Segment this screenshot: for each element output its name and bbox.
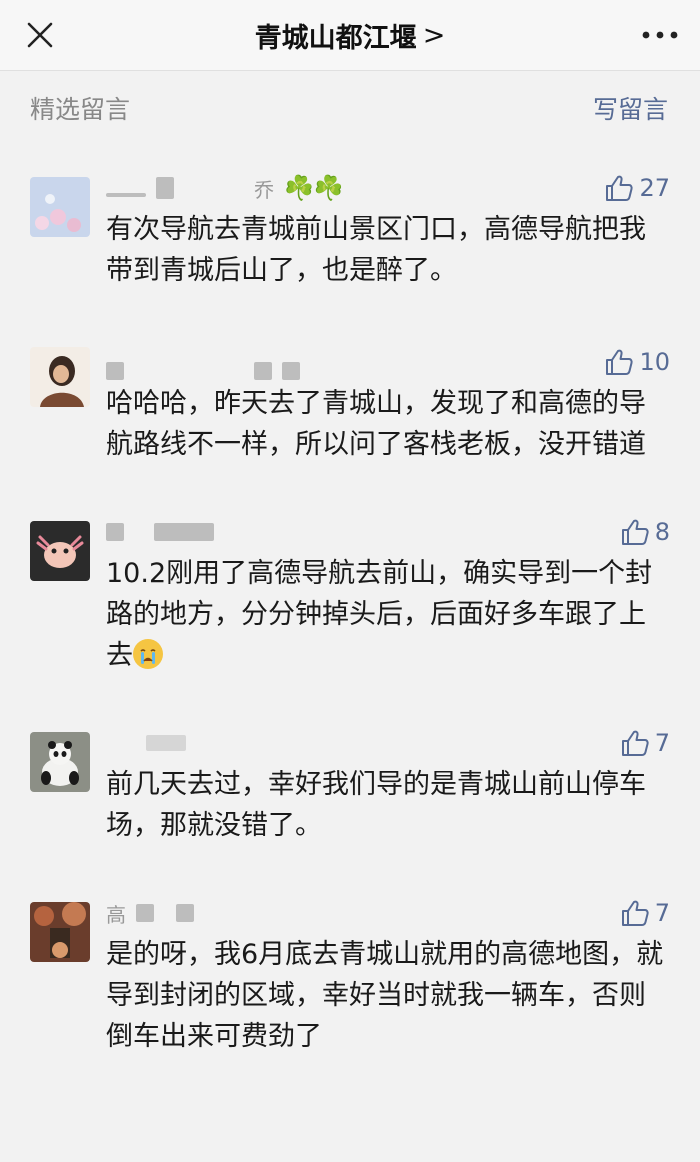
nickname-prefix: 高 [106,902,126,927]
comment-item: 7 前几天去过，幸好我们导的是青城山前山停车场，那就没错了。 [0,726,700,846]
avatar[interactable] [30,902,90,962]
like-count: 10 [639,348,670,376]
thumbs-up-icon [621,519,649,545]
comments-section-header: 精选留言 写留言 [0,71,700,145]
like-button[interactable]: 27 [605,174,670,202]
comment-text: 前几天去过，幸好我们导的是青城山前山停车场，那就没错了。 [106,769,646,841]
thumbs-up-icon [606,175,634,201]
nickname[interactable] [106,735,186,751]
avatar[interactable] [30,177,90,237]
thumbs-up-icon [606,349,634,375]
section-label: 精选留言 [30,95,131,124]
comment-item: 8 10.2刚用了高德导航去前山，确实导到一个封路的地方，分分钟掉头后，后面好多… [0,515,700,676]
avatar[interactable] [30,732,90,792]
comment-text: 10.2刚用了高德导航去前山，确实导到一个封路的地方，分分钟掉头后，后面好多车跟… [106,553,670,676]
redacted-nickname [146,735,186,751]
comment-text: 是的呀，我6月底去青城山就用的高德地图，就导到封闭的区域，幸好当时就我一辆车，否… [106,939,664,1052]
redacted-nickname [156,177,174,199]
write-comment-link[interactable]: 写留言 [593,90,668,126]
redacted-nickname [106,193,146,197]
nickname[interactable]: 乔 ☘️☘️ [106,174,344,203]
comment-text: 哈哈哈，昨天去了青城山，发现了和高德的导航路线不一样，所以问了客栈老板，没开错道 [106,388,646,460]
like-count: 7 [654,899,670,927]
like-button[interactable]: 7 [621,899,670,927]
redacted-nickname [106,523,124,541]
avatar[interactable] [30,521,90,581]
redacted-nickname [282,362,300,380]
like-count: 27 [639,174,670,202]
comment-text-body: 10.2刚用了高德导航去前山，确实导到一个封路的地方，分分钟掉头后，后面好多车跟… [106,558,653,671]
like-count: 8 [654,518,670,546]
comment-text: 有次导航去青城前山景区门口，高德导航把我带到青城后山了，也是醉了。 [106,214,646,286]
like-button[interactable]: 7 [621,729,670,757]
page-title[interactable]: 青城山都江堰 > [0,0,700,70]
nickname[interactable]: 高 [106,899,194,928]
chevron-right-icon: > [422,19,446,51]
page-title-text: 青城山都江堰 [254,22,417,54]
thumbs-up-icon [621,900,649,926]
comment-item: 乔 ☘️☘️ 27 有次导航去青城前山景区门口，高德导航把我带到青城后山了，也是… [0,171,700,291]
comment-list: 乔 ☘️☘️ 27 有次导航去青城前山景区门口，高德导航把我带到青城后山了，也是… [0,145,700,1057]
redacted-nickname [154,523,214,541]
top-navigation-bar: 青城山都江堰 > [0,0,700,71]
nickname[interactable] [106,523,214,541]
crying-face-emoji [133,639,163,669]
like-button[interactable]: 10 [605,348,670,376]
comment-item: 高 7 是的呀，我6月底去青城山就用的高德地图，就导到封闭的区域，幸好当时就我一… [0,896,700,1057]
nickname-suffix: 乔 [254,177,274,202]
redacted-nickname [176,904,194,922]
like-button[interactable]: 8 [621,518,670,546]
redacted-nickname [136,904,154,922]
redacted-nickname [106,362,124,380]
like-count: 7 [654,729,670,757]
comment-item: 10 哈哈哈，昨天去了青城山，发现了和高德的导航路线不一样，所以问了客栈老板，没… [0,341,700,465]
avatar[interactable] [30,347,90,407]
thumbs-up-icon [621,730,649,756]
nickname[interactable] [106,344,300,380]
clover-emoji: ☘️☘️ [284,174,344,202]
redacted-nickname [254,362,272,380]
redacted-nickname [184,186,244,190]
